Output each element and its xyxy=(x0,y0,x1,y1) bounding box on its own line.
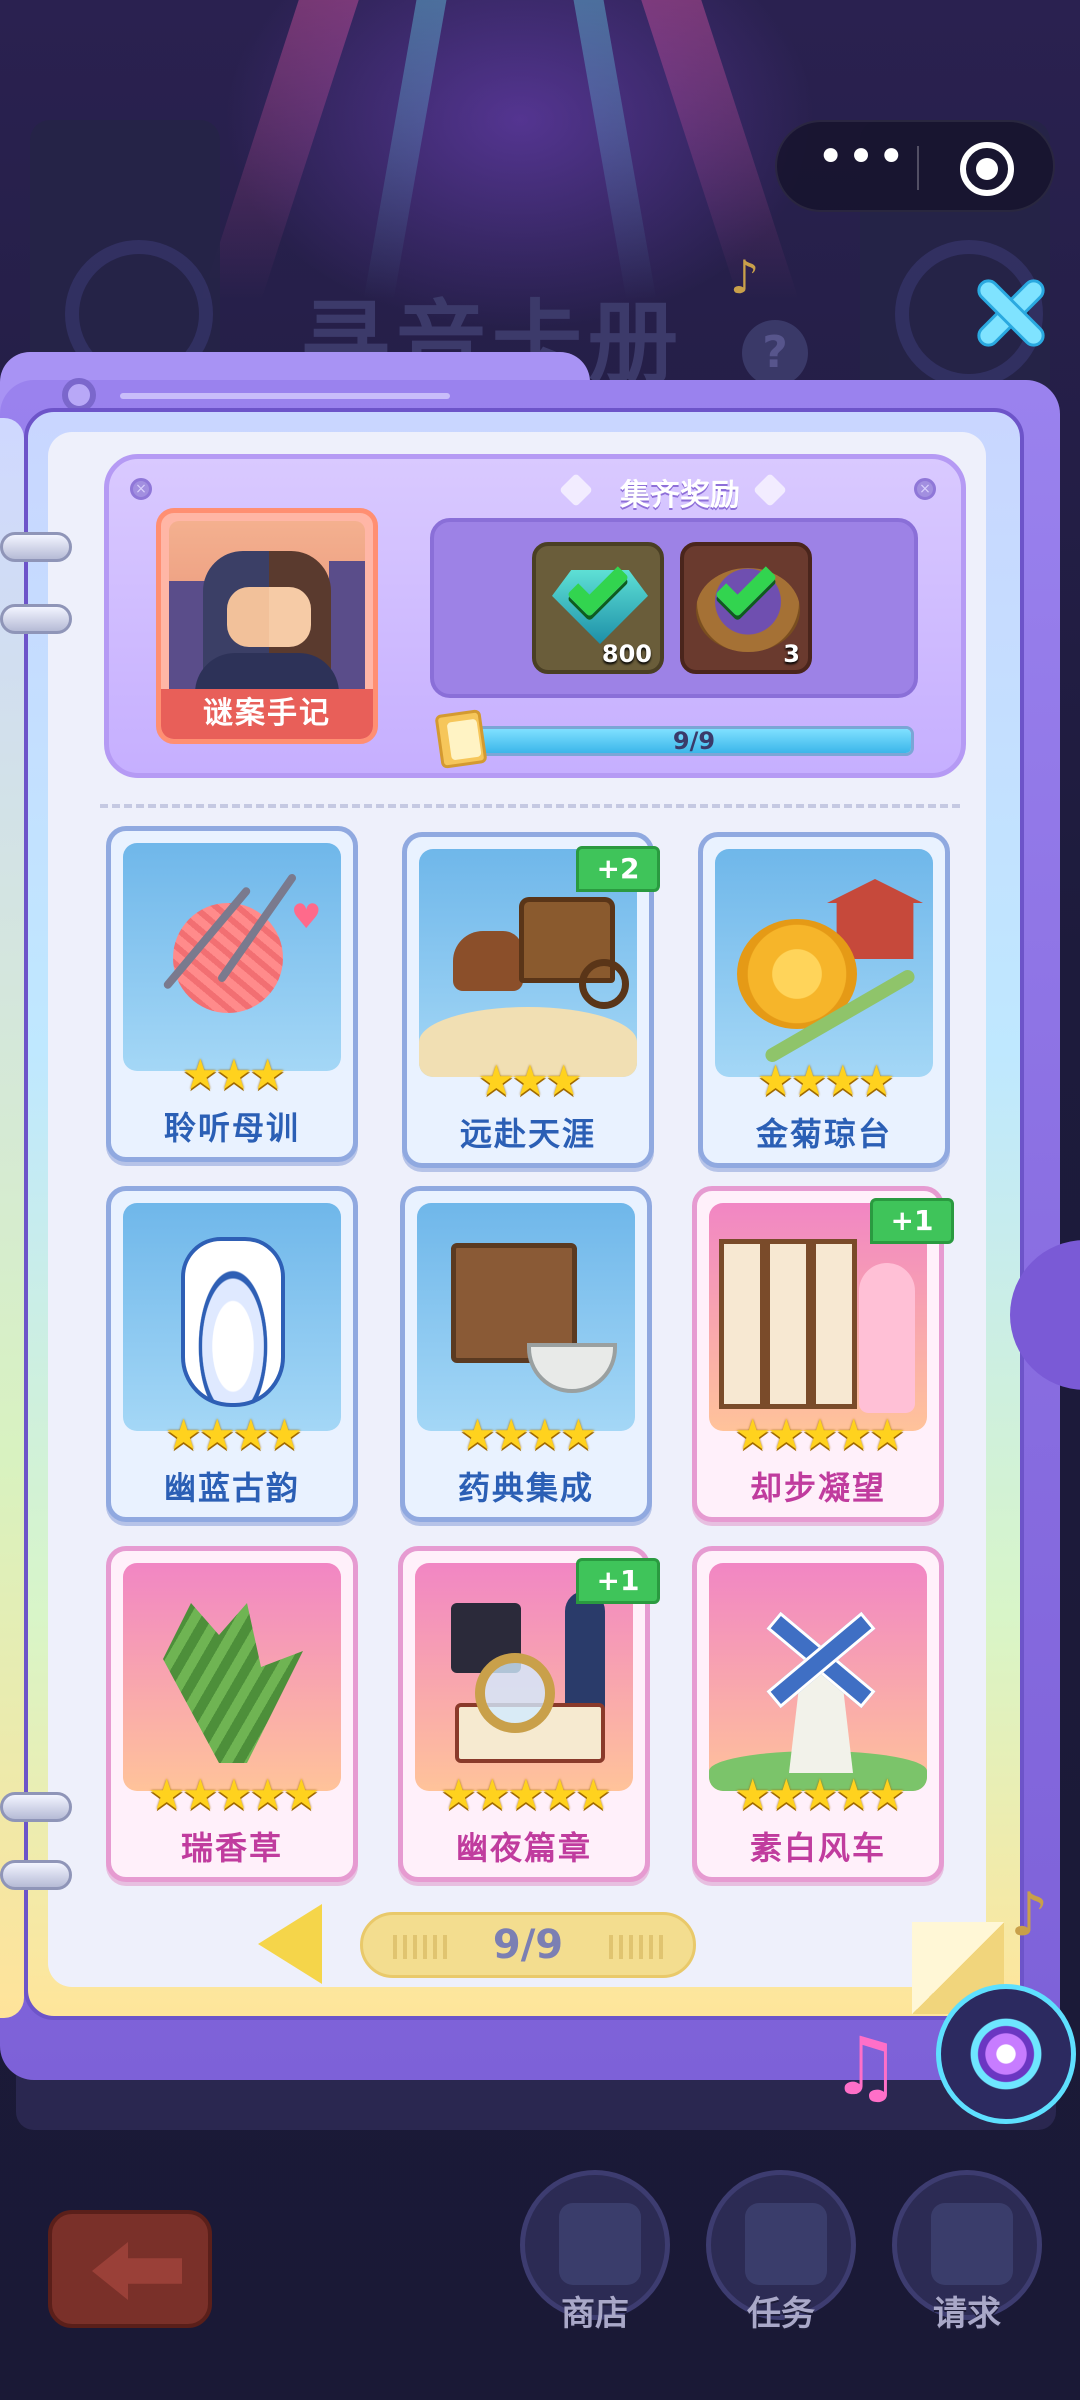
exit-target-icon[interactable] xyxy=(960,142,1014,196)
record-disc-button[interactable] xyxy=(936,1984,1076,2124)
vase-icon xyxy=(123,1203,341,1431)
help-button[interactable]: ? xyxy=(742,320,808,386)
card-stars: ★★★ xyxy=(477,1056,583,1105)
binder-ring xyxy=(0,604,72,634)
request-label: 请求 xyxy=(933,2294,1001,2334)
windmill-icon xyxy=(709,1563,927,1791)
page-number: 9/9 xyxy=(492,1922,564,1968)
back-button[interactable] xyxy=(48,2210,212,2328)
collection-progress-bar: 9/9 xyxy=(474,726,914,756)
progress-text: 9/9 xyxy=(672,727,716,755)
card-item[interactable]: ♥ ★★★ 聆听母训 xyxy=(106,826,358,1162)
card-item[interactable]: ★★★★★ 素白风车 xyxy=(692,1546,944,1882)
divider xyxy=(100,804,960,808)
panel-screw-icon: × xyxy=(130,478,152,500)
album-tab-line xyxy=(120,393,450,399)
album-name: 谜案手记 xyxy=(161,689,373,739)
duplicate-badge: +1 xyxy=(870,1198,954,1244)
card-name: 幽夜篇章 xyxy=(455,1829,592,1867)
reward-item[interactable]: 800 xyxy=(532,542,664,674)
capsule-divider xyxy=(917,146,919,190)
card-stars: ★★★★★ xyxy=(733,1410,906,1459)
card-name: 金菊琼台 xyxy=(755,1115,892,1153)
reward-title: 集齐奖励 xyxy=(620,478,740,513)
card-stars: ★★★★ xyxy=(164,1410,304,1459)
rosemary-icon xyxy=(123,1563,341,1791)
request-icon xyxy=(931,2203,1013,2285)
card-name: 素白风车 xyxy=(749,1829,886,1867)
medicine-cabinet-icon xyxy=(417,1203,635,1431)
card-stars: ★★★★ xyxy=(458,1410,598,1459)
shop-icon xyxy=(559,2203,641,2285)
card-item[interactable]: ★★★★★ 瑞香草 xyxy=(106,1546,358,1882)
binder-ring xyxy=(0,1860,72,1890)
chrysanthemum-icon xyxy=(715,849,933,1077)
shop-label: 商店 xyxy=(561,2294,629,2334)
card-stars: ★★★ xyxy=(181,1050,287,1099)
detective-avatar xyxy=(169,521,365,701)
panel-screw-icon: × xyxy=(914,478,936,500)
task-icon xyxy=(745,2203,827,2285)
card-stack-icon xyxy=(434,709,488,769)
binder-ring xyxy=(0,1792,72,1822)
music-note-icon: ♪ xyxy=(730,250,760,304)
card-stars: ★★★★★ xyxy=(439,1770,612,1819)
reward-items-box xyxy=(430,518,918,698)
page-indicator: 9/9 xyxy=(360,1912,696,1978)
card-name: 却步凝望 xyxy=(749,1469,886,1507)
card-stars: ★★★★★ xyxy=(147,1770,320,1819)
card-name: 药典集成 xyxy=(457,1469,594,1507)
card-stars: ★★★★★ xyxy=(733,1770,906,1819)
yarn-icon: ♥ xyxy=(123,843,341,1071)
more-menu-button[interactable]: ••• xyxy=(812,133,912,196)
music-note-icon: ♪ xyxy=(1010,1880,1049,1950)
card-item[interactable]: ★★★★ 药典集成 xyxy=(400,1186,652,1522)
reward-count: 800 xyxy=(601,640,652,668)
duplicate-badge: +1 xyxy=(576,1558,660,1604)
close-icon[interactable] xyxy=(968,270,1054,356)
binder-ring xyxy=(0,532,72,562)
back-arrow-icon xyxy=(92,2242,182,2300)
card-name: 聆听母训 xyxy=(163,1109,300,1147)
card-name: 幽蓝古韵 xyxy=(163,1469,300,1507)
reward-item[interactable]: 3 xyxy=(680,542,812,674)
music-note-icon: ♫ xyxy=(830,2020,902,2113)
mini-program-capsule: ••• xyxy=(775,120,1055,212)
reward-count: 3 xyxy=(783,640,800,668)
card-stars: ★★★★ xyxy=(756,1056,896,1105)
card-item[interactable]: ★★★★ 幽蓝古韵 xyxy=(106,1186,358,1522)
duplicate-badge: +2 xyxy=(576,846,660,892)
card-item[interactable]: ★★★★ 金菊琼台 xyxy=(698,832,950,1168)
card-name: 远赴天涯 xyxy=(459,1115,596,1153)
card-name: 瑞香草 xyxy=(180,1829,283,1867)
album-avatar-card[interactable]: 谜案手记 xyxy=(156,508,378,744)
album-tab-dot xyxy=(62,378,96,412)
album-side-page xyxy=(0,418,24,2018)
task-label: 任务 xyxy=(747,2294,815,2334)
